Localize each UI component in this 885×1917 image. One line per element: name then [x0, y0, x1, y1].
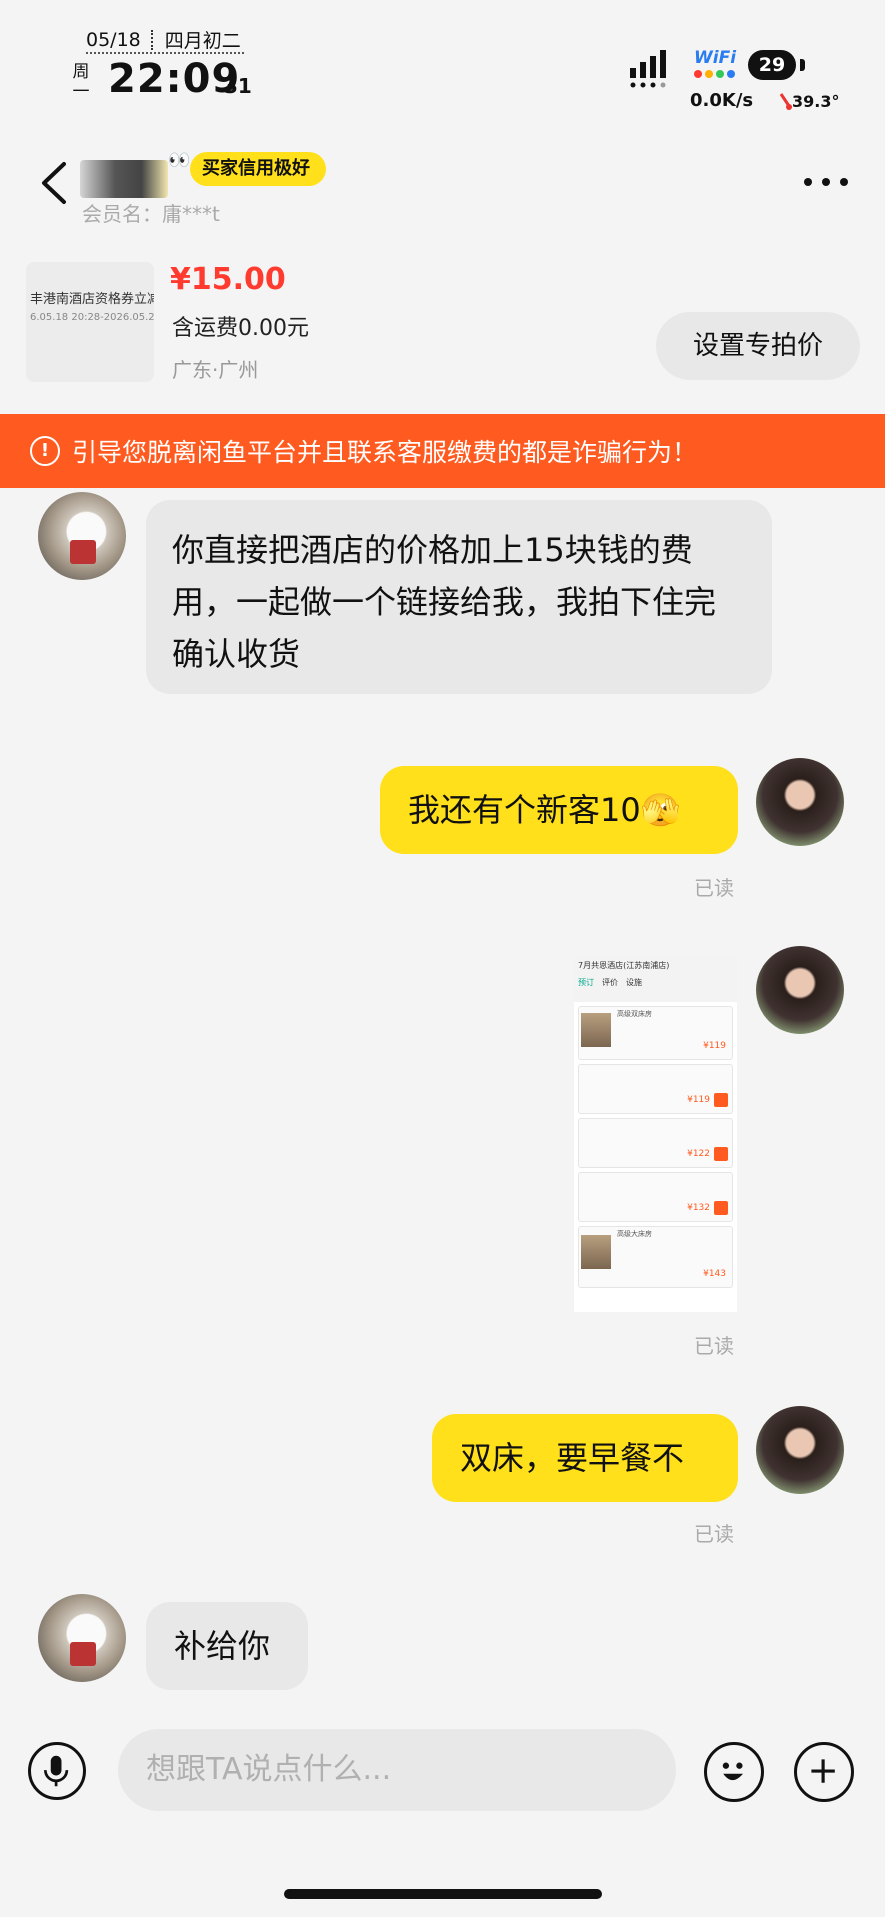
eyes-emoji-icon: 👀	[168, 150, 191, 171]
set-exclusive-price-button[interactable]: 设置专拍价	[656, 312, 860, 380]
fraud-warning-banner: ! 引导您脱离闲鱼平台并且联系客服缴费的都是诈骗行为！	[0, 414, 885, 488]
image-room-row: 高级大床房 ¥143	[578, 1226, 733, 1288]
read-status: 已读	[694, 1334, 734, 1358]
status-bar: 05/18 四月初二 周一 22:09 31 WiFi 29 0.0K/s 39…	[0, 0, 885, 120]
date-separator	[150, 29, 155, 50]
image-room-row: 高级双床房 ¥119	[578, 1006, 733, 1060]
temperature: 39.3°	[792, 92, 840, 111]
book-icon	[714, 1093, 728, 1107]
thermometer-icon	[779, 93, 792, 110]
image-plan-row: ¥119	[578, 1064, 733, 1114]
product-location: 广东·广州	[172, 358, 259, 382]
seller-avatar[interactable]	[756, 1406, 844, 1494]
weekday: 周一	[72, 62, 90, 102]
more-icon[interactable]	[800, 168, 852, 196]
product-thumbnail[interactable]: 丰港南酒店资格券立减 6.05.18 20:28-2026.05.2	[26, 262, 154, 382]
shipping-fee: 含运费0.00元	[172, 316, 309, 341]
wifi-strength-dots	[694, 70, 735, 78]
image-message[interactable]: 7月共恩酒店(江苏南浦店) 预订 评价 设施 高级双床房 ¥119 ¥119 ¥…	[574, 956, 737, 1312]
signal-icon	[630, 50, 666, 88]
warning-text: 引导您脱离闲鱼平台并且联系客服缴费的都是诈骗行为！	[72, 438, 698, 467]
plus-icon[interactable]	[794, 1742, 854, 1802]
status-date: 05/18 四月初二	[86, 26, 241, 53]
message-bubble-incoming[interactable]: 你直接把酒店的价格加上15块钱的费用，一起做一个链接给我，我拍下住完确认收货	[146, 500, 772, 694]
network-speed: 0.0K/s	[690, 90, 754, 111]
battery-tip	[800, 59, 805, 71]
buyer-avatar[interactable]	[38, 1594, 126, 1682]
thumb-title: 丰港南酒店资格券立减	[30, 292, 154, 307]
wifi-icon: WiFi	[694, 48, 737, 68]
message-input[interactable]: 想跟TA说点什么...	[118, 1729, 676, 1811]
room-price: ¥119	[703, 1041, 726, 1051]
battery-icon: 29	[748, 50, 796, 80]
member-name: 会员名：庸***t	[82, 202, 220, 226]
warning-icon: !	[30, 436, 60, 466]
message-bubble-incoming[interactable]: 补给你	[146, 1602, 308, 1690]
seller-avatar[interactable]	[756, 758, 844, 846]
book-icon	[714, 1201, 728, 1215]
image-header-text: 7月共恩酒店(江苏南浦店)	[578, 961, 670, 970]
clock-seconds: 31	[224, 74, 252, 98]
plan-price: ¥119	[687, 1095, 710, 1105]
image-tab: 设施	[626, 978, 642, 987]
image-plan-row: ¥132	[578, 1172, 733, 1222]
room-photo	[581, 1235, 611, 1269]
read-status: 已读	[694, 876, 734, 900]
emoji-icon[interactable]	[704, 1742, 764, 1802]
image-header: 7月共恩酒店(江苏南浦店) 预订 评价 设施	[574, 956, 737, 1002]
back-button[interactable]	[36, 158, 72, 208]
clock-time: 22:09	[108, 56, 241, 102]
room-price: ¥143	[703, 1269, 726, 1279]
plan-price: ¥132	[687, 1203, 710, 1213]
room-name: 高级大床房	[617, 1230, 652, 1238]
plan-price: ¥122	[687, 1149, 710, 1159]
date-text: 05/18	[86, 28, 141, 51]
product-price: ¥15.00	[170, 262, 286, 297]
room-photo	[581, 1013, 611, 1047]
credit-badge: 买家信用极好	[190, 152, 326, 186]
message-bubble-outgoing[interactable]: 双床，要早餐不	[432, 1414, 738, 1502]
status-divider	[86, 52, 244, 54]
home-indicator[interactable]	[284, 1889, 602, 1899]
room-name: 高级双床房	[617, 1010, 652, 1018]
book-icon	[714, 1147, 728, 1161]
thumb-date: 6.05.18 20:28-2026.05.2	[30, 312, 154, 323]
nickname-redacted	[80, 160, 168, 198]
lunar-date: 四月初二	[164, 30, 241, 52]
read-status: 已读	[694, 1522, 734, 1546]
microphone-icon[interactable]	[28, 1742, 86, 1800]
image-tab: 预订	[578, 978, 594, 987]
image-tab: 评价	[602, 978, 618, 987]
message-bubble-outgoing[interactable]: 我还有个新客10🫣	[380, 766, 738, 854]
seller-avatar[interactable]	[756, 946, 844, 1034]
buyer-avatar[interactable]	[38, 492, 126, 580]
image-plan-row: ¥122	[578, 1118, 733, 1168]
